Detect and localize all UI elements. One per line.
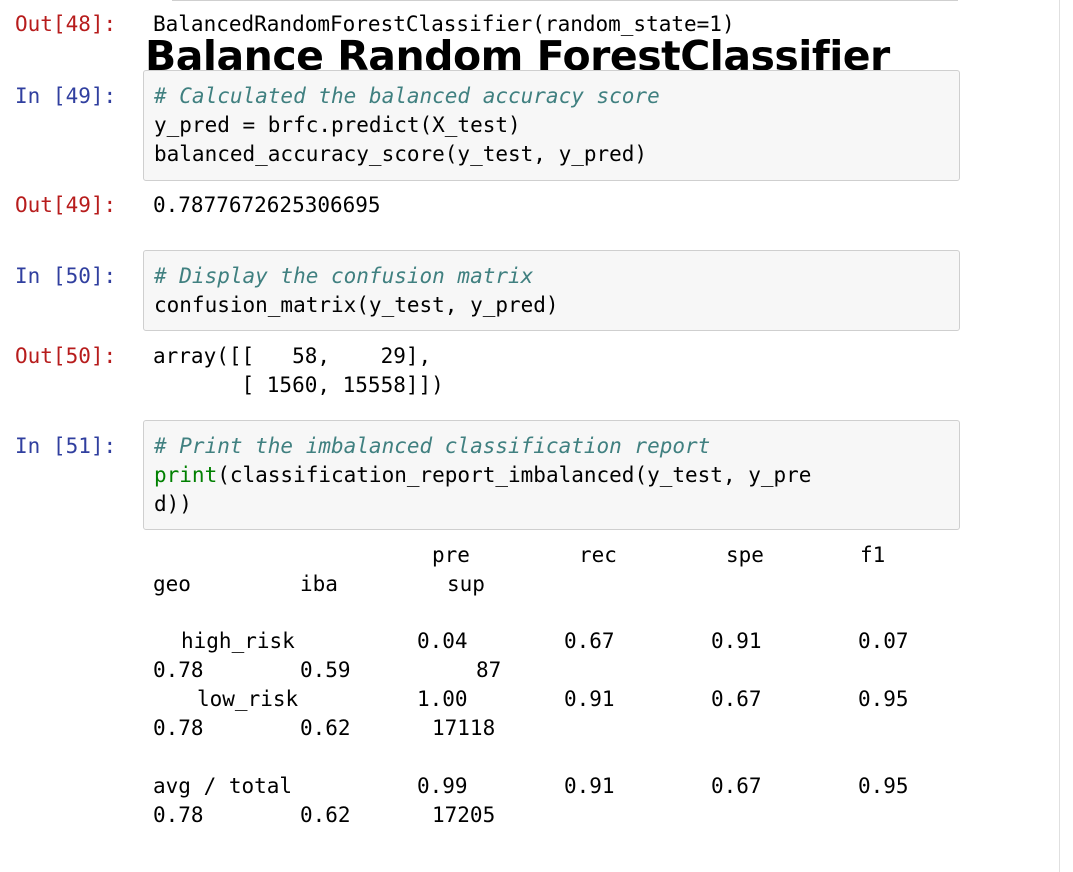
report-cell-iba: 0.62	[300, 716, 351, 740]
report-cell-iba: 0.59	[300, 658, 351, 682]
report-cell-iba: 0.62	[300, 803, 351, 827]
input-prompt-51: In [51]:	[15, 434, 117, 458]
report-cell-spe: 0.91	[711, 629, 762, 653]
report-cell-pre: 0.04	[417, 629, 468, 653]
report-row-label: high_risk	[181, 629, 295, 653]
report-header-f1: f1	[860, 543, 886, 567]
report-cell-pre: 0.99	[417, 774, 468, 798]
code-comment: # Display the confusion matrix	[154, 264, 534, 288]
code-cell-50[interactable]: # Display the confusion matrix confusion…	[143, 250, 960, 331]
report-header-sup: sup	[447, 572, 485, 596]
code-call: (classification_report_imbalanced(y_test…	[217, 463, 812, 487]
report-cell-rec: 0.67	[564, 629, 615, 653]
report-cell-sup: 87	[476, 658, 502, 682]
report-cell-rec: 0.91	[564, 687, 615, 711]
report-cell-f1: 0.95	[858, 774, 909, 798]
input-prompt-50: In [50]:	[15, 264, 117, 288]
report-cell-spe: 0.67	[711, 774, 762, 798]
report-cell-sup: 17205	[432, 803, 496, 827]
output-prompt-48: Out[48]:	[15, 12, 117, 36]
code-line: y_pred = brfc.predict(X_test)	[154, 113, 521, 137]
output-prompt-50: Out[50]:	[15, 344, 117, 368]
report-row-label: avg / total	[153, 774, 293, 798]
print-builtin: print	[154, 463, 218, 487]
report-header-iba: iba	[300, 572, 338, 596]
cell-divider	[172, 0, 958, 1]
report-cell-geo: 0.78	[153, 803, 204, 827]
report-cell-geo: 0.78	[153, 716, 204, 740]
report-header-rec: rec	[579, 543, 617, 567]
input-prompt-49: In [49]:	[15, 84, 117, 108]
report-cell-geo: 0.78	[153, 658, 204, 682]
report-cell-spe: 0.67	[711, 687, 762, 711]
code-line: balanced_accuracy_score(y_test, y_pred)	[154, 142, 648, 166]
code-cell-51[interactable]: # Print the imbalanced classification re…	[143, 420, 960, 530]
code-line: print(classification_report_imbalanced(y…	[154, 461, 811, 490]
output-value-49: 0.7877672625306695	[153, 193, 381, 217]
report-header-geo: geo	[153, 572, 191, 596]
output-prompt-49: Out[49]:	[15, 193, 117, 217]
code-line: confusion_matrix(y_test, y_pred)	[154, 293, 559, 317]
output-array-line-2: [ 1560, 15558]])	[153, 373, 444, 397]
report-cell-f1: 0.95	[858, 687, 909, 711]
code-cell-49[interactable]: # Calculated the balanced accuracy score…	[143, 70, 960, 181]
report-cell-f1: 0.07	[858, 629, 909, 653]
code-comment: # Calculated the balanced accuracy score	[154, 84, 660, 108]
code-line: d))	[154, 492, 192, 516]
report-cell-pre: 1.00	[417, 687, 468, 711]
report-header-pre: pre	[432, 543, 470, 567]
output-array-line-1: array([[ 58, 29],	[153, 344, 432, 368]
report-cell-rec: 0.91	[564, 774, 615, 798]
report-cell-sup: 17118	[432, 716, 496, 740]
code-comment: # Print the imbalanced classification re…	[154, 434, 711, 458]
scrollbar-track[interactable]	[1059, 0, 1060, 872]
report-row-label: low_risk	[197, 687, 299, 711]
report-header-spe: spe	[726, 543, 764, 567]
